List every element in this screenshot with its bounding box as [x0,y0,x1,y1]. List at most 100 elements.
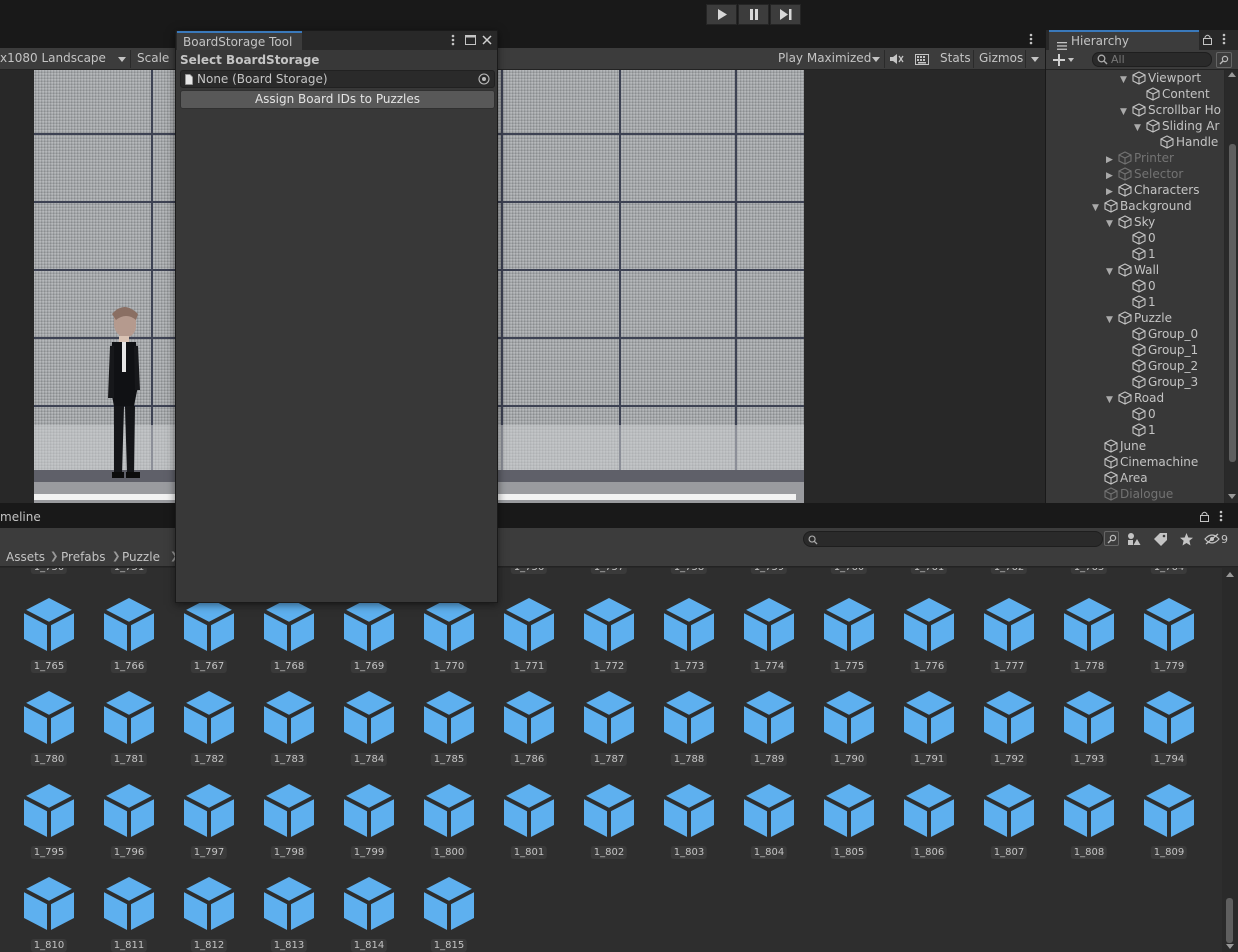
asset-item[interactable]: 1_764 [1134,568,1204,577]
expanded-arrow-icon[interactable]: ▼ [1134,120,1146,136]
scroll-up-icon[interactable] [1226,572,1234,577]
hierarchy-item[interactable]: 0 [1120,230,1156,246]
prefab-asset[interactable]: 1_779 [1134,594,1204,684]
prefab-asset[interactable]: 1_786 [494,687,564,777]
asset-item[interactable]: 1_760 [814,568,884,577]
hierarchy-item[interactable]: June [1092,438,1146,454]
prefab-asset[interactable]: 1_790 [814,687,884,777]
hierarchy-search-input[interactable]: All [1092,52,1212,67]
prefab-asset[interactable]: 1_789 [734,687,804,777]
hierarchy-item[interactable]: Cinemachine [1092,454,1198,470]
hierarchy-item[interactable]: Group_1 [1120,342,1198,358]
prefab-asset[interactable]: 1_792 [974,687,1044,777]
kebab-menu-icon[interactable] [1024,32,1038,46]
prefab-asset[interactable]: 1_767 [174,594,244,684]
breadcrumb-item[interactable]: Prefabs [61,547,106,567]
step-button[interactable] [770,4,801,25]
search-scene-icon[interactable] [1104,531,1119,546]
keyboard-icon[interactable] [912,51,932,67]
prefab-asset[interactable]: 1_802 [574,780,644,870]
prefab-asset[interactable]: 1_768 [254,594,324,684]
prefab-asset[interactable]: 1_785 [414,687,484,777]
hierarchy-item[interactable]: ▶ Characters [1106,182,1200,198]
hierarchy-item[interactable]: ▼ Scrollbar Ho [1120,102,1221,118]
prefab-asset[interactable]: 1_810 [14,873,84,952]
tab-boardstorage-tool[interactable]: BoardStorage Tool [177,31,302,50]
prefab-asset[interactable]: 1_774 [734,594,804,684]
prefab-asset[interactable]: 1_776 [894,594,964,684]
prefab-asset[interactable]: 1_772 [574,594,644,684]
asset-item[interactable]: 1_756 [494,568,564,577]
prefab-asset[interactable]: 1_812 [174,873,244,952]
asset-item[interactable]: 1_751 [94,568,164,577]
prefab-asset[interactable]: 1_773 [654,594,724,684]
prefab-asset[interactable]: 1_775 [814,594,884,684]
asset-item[interactable]: 1_758 [654,568,724,577]
prefab-asset[interactable]: 1_771 [494,594,564,684]
hierarchy-item[interactable]: ▼ Background [1092,198,1192,214]
hierarchy-item[interactable]: 1 [1120,294,1156,310]
hierarchy-item[interactable]: ▼ Sliding Ar [1134,118,1219,134]
prefab-asset[interactable]: 1_798 [254,780,324,870]
scrollbar-thumb[interactable] [1226,898,1233,943]
pause-button[interactable] [738,4,769,25]
expanded-arrow-icon[interactable]: ▼ [1120,104,1132,120]
filter-by-type-icon[interactable] [1126,531,1142,547]
kebab-menu-icon[interactable] [448,33,458,47]
scroll-up-icon[interactable] [1228,72,1236,77]
prefab-asset[interactable]: 1_800 [414,780,484,870]
project-search-input[interactable] [803,531,1103,547]
prefab-asset[interactable]: 1_782 [174,687,244,777]
play-mode-dropdown[interactable]: Play Maximized [778,48,871,70]
hierarchy-scrollbar[interactable] [1225,70,1238,503]
prefab-asset[interactable]: 1_765 [14,594,84,684]
prefab-asset[interactable]: 1_808 [1054,780,1124,870]
resolution-dropdown[interactable]: x1080 Landscape [0,48,106,70]
hierarchy-item[interactable]: 0 [1120,278,1156,294]
hierarchy-item[interactable]: ▼ Wall [1106,262,1159,278]
hierarchy-item[interactable]: Group_3 [1120,374,1198,390]
expanded-arrow-icon[interactable]: ▼ [1106,392,1118,408]
expanded-arrow-icon[interactable]: ▼ [1106,216,1118,232]
prefab-asset[interactable]: 1_796 [94,780,164,870]
prefab-asset[interactable]: 1_811 [94,873,164,952]
hierarchy-item[interactable]: Content [1134,86,1210,102]
prefab-asset[interactable]: 1_805 [814,780,884,870]
hierarchy-item[interactable]: Dialogue [1092,486,1173,502]
expanded-arrow-icon[interactable]: ▼ [1092,200,1104,216]
hierarchy-item[interactable]: 1 [1120,422,1156,438]
kebab-menu-icon[interactable] [1218,32,1230,46]
create-dropdown[interactable] [1050,52,1078,68]
prefab-asset[interactable]: 1_791 [894,687,964,777]
prefab-asset[interactable]: 1_801 [494,780,564,870]
prefab-asset[interactable]: 1_769 [334,594,404,684]
prefab-asset[interactable]: 1_797 [174,780,244,870]
scrollbar-thumb[interactable] [1229,144,1236,462]
prefab-asset[interactable]: 1_784 [334,687,404,777]
scroll-down-icon[interactable] [1226,944,1234,949]
asset-grid-scrollbar[interactable] [1222,568,1238,952]
scroll-down-icon[interactable] [1228,494,1236,499]
hierarchy-item[interactable]: ▶ Selector [1106,166,1183,182]
expanded-arrow-icon[interactable]: ▼ [1106,312,1118,328]
hierarchy-item[interactable]: 1 [1120,246,1156,262]
filter-by-label-icon[interactable] [1152,531,1168,547]
prefab-asset[interactable]: 1_809 [1134,780,1204,870]
expanded-arrow-icon[interactable]: ▼ [1120,72,1132,88]
hidden-packages-toggle[interactable]: 9 [1204,531,1234,547]
asset-item[interactable]: 1_761 [894,568,964,577]
breadcrumb-item[interactable]: Assets [6,547,45,567]
prefab-asset[interactable]: 1_787 [574,687,644,777]
maximize-icon[interactable] [463,33,477,47]
prefab-asset[interactable]: 1_793 [1054,687,1124,777]
hierarchy-item[interactable]: ▶ Printer [1106,150,1174,166]
prefab-asset[interactable]: 1_778 [1054,594,1124,684]
hierarchy-item[interactable]: ▼ Sky [1106,214,1155,230]
prefab-asset[interactable]: 1_804 [734,780,804,870]
stats-button[interactable]: Stats [940,48,971,70]
prefab-asset[interactable]: 1_814 [334,873,404,952]
tab-timeline[interactable]: meline [0,505,120,528]
hierarchy-item[interactable]: Area [1092,470,1148,486]
prefab-asset[interactable]: 1_783 [254,687,324,777]
tab-hierarchy[interactable]: Hierarchy [1049,30,1199,50]
